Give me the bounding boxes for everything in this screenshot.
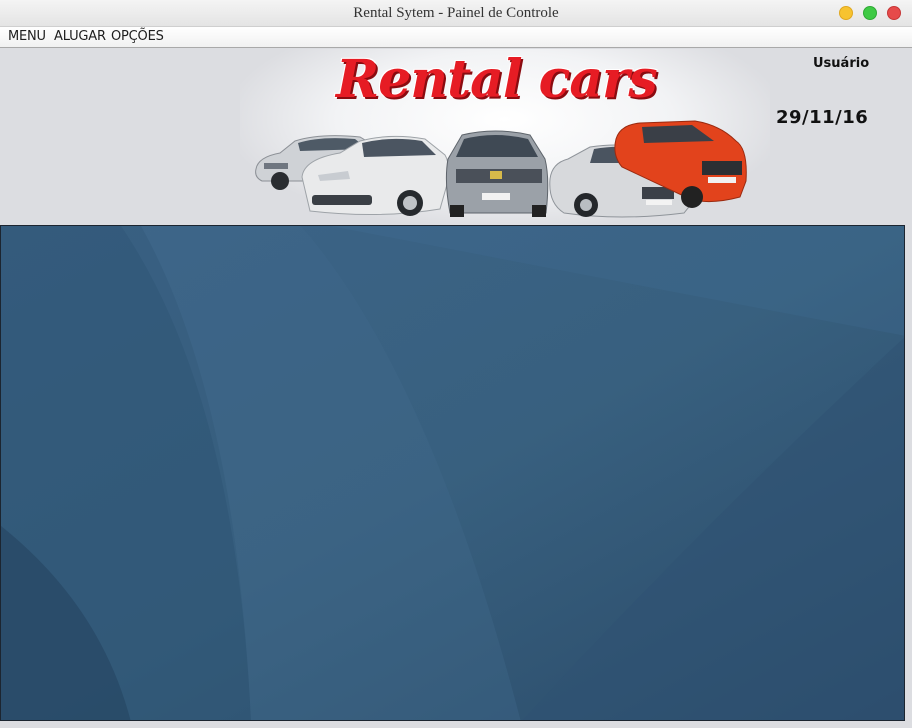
menu-item-alugar[interactable]: ALUGAR [54,29,106,44]
close-button[interactable] [887,6,901,20]
maximize-button[interactable] [863,6,877,20]
header-panel: Rental cars Usuário 29/11/16 [0,49,912,225]
window-border-bottom [0,721,912,728]
menu-bar: MENU ALUGAR OPÇÕES [0,27,912,48]
user-label: Usuário [813,56,870,71]
cars-banner-image [255,120,747,218]
window-titlebar: Rental Sytem - Painel de Controle [0,0,912,27]
desktop-pane [0,225,905,721]
rental-cars-logo: Rental cars [336,49,658,110]
car-gray-hatch-icon [445,130,549,217]
window-border-right [905,225,912,721]
minimize-button[interactable] [839,6,853,20]
date-label: 29/11/16 [776,107,869,128]
menu-item-opcoes[interactable]: OPÇÕES [111,29,164,44]
desktop-wallpaper [1,226,904,720]
menu-item-menu[interactable]: MENU [8,29,46,44]
window-title: Rental Sytem - Painel de Controle [353,5,559,21]
